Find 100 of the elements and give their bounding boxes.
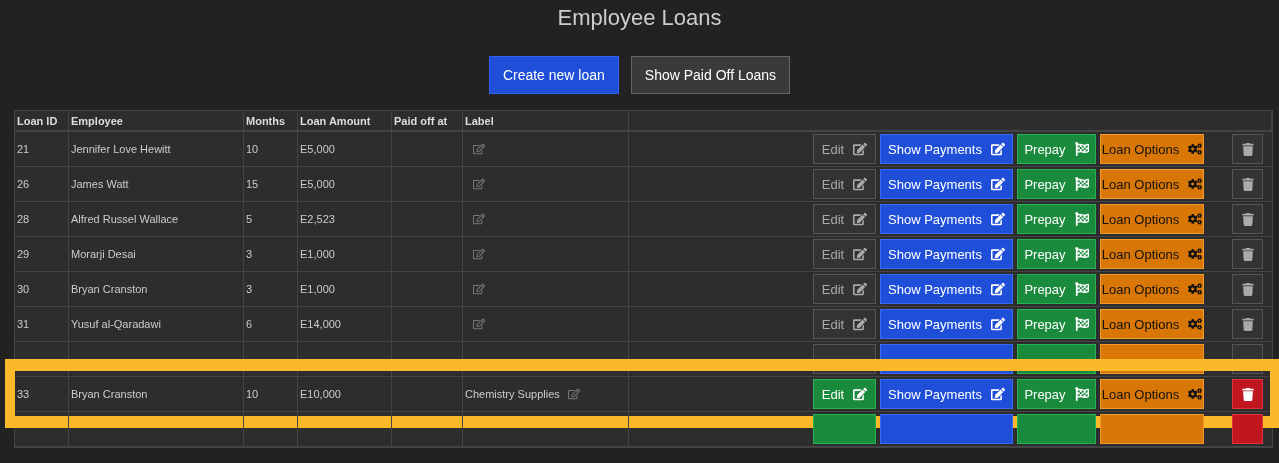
edit-label-icon[interactable] — [473, 178, 485, 190]
loan-options-button[interactable]: Loan Options — [1100, 169, 1204, 199]
checkered-flag-icon — [1074, 282, 1089, 296]
table-cell: 33 — [17, 388, 30, 400]
delete-button[interactable] — [1232, 309, 1263, 339]
table-cell: E14,000 — [300, 318, 341, 330]
edit-button[interactable]: Edit — [813, 274, 876, 304]
delete-button[interactable] — [1232, 274, 1263, 304]
table-cell: E5,000 — [300, 143, 335, 155]
edit-button[interactable]: Edit — [813, 379, 876, 409]
edit-icon — [853, 282, 868, 296]
prepay-button[interactable]: Prepay — [1017, 309, 1096, 339]
table-cell: 10 — [246, 143, 259, 155]
table-cell: Bryan Cranston — [71, 283, 148, 295]
edit-icon — [853, 142, 868, 156]
delete-button[interactable] — [1232, 169, 1263, 199]
table-cell: Alfred Russel Wallace — [71, 213, 179, 225]
edit-label-icon[interactable] — [473, 318, 485, 330]
show-payments-button[interactable]: Show Payments — [880, 169, 1013, 199]
page-title: Employee Loans — [557, 5, 722, 31]
table-cell: James Watt — [71, 178, 129, 190]
loan-options-button[interactable]: Loan Options — [1100, 204, 1204, 234]
show-payments-button[interactable]: Show Payments — [880, 134, 1013, 164]
table-cell: E5,000 — [300, 178, 335, 190]
edit-icon — [853, 247, 868, 261]
prepay-button[interactable]: Prepay — [1017, 134, 1096, 164]
checkered-flag-icon — [1074, 212, 1089, 226]
table-cell: E1,000 — [300, 248, 335, 260]
prepay-button[interactable]: Prepay — [1017, 204, 1096, 234]
edit-label-icon[interactable] — [473, 283, 485, 295]
edit-button[interactable]: Edit — [813, 204, 876, 234]
edit-icon — [990, 247, 1005, 261]
loan-options-button[interactable]: Loan Options — [1100, 274, 1204, 304]
table-cell: 30 — [17, 283, 30, 295]
column-header: Label — [463, 111, 629, 130]
checkered-flag-icon — [1074, 247, 1089, 261]
checkered-flag-icon — [1074, 387, 1089, 401]
show-payments-button[interactable]: Show Payments — [880, 379, 1013, 409]
edit-button[interactable]: Edit — [813, 309, 876, 339]
edit-button[interactable]: Edit — [813, 134, 876, 164]
column-header: Employee — [69, 111, 244, 130]
gears-icon — [1188, 177, 1203, 191]
prepay-button[interactable]: Prepay — [1017, 274, 1096, 304]
table-cell: E2,523 — [300, 213, 335, 225]
table-cell: Bryan Cranston — [71, 388, 148, 400]
checkered-flag-icon — [1074, 317, 1089, 331]
create-loan-button[interactable]: Create new loan — [488, 56, 619, 94]
table-cell: 3 — [246, 283, 253, 295]
edit-label-icon[interactable] — [473, 143, 485, 155]
table-cell: Jennifer Love Hewitt — [71, 143, 171, 155]
checkered-flag-icon — [1074, 142, 1089, 156]
edit-icon — [853, 317, 868, 331]
edit-label-icon[interactable] — [567, 388, 580, 400]
gears-icon — [1188, 212, 1203, 226]
prepay-button[interactable]: Prepay — [1017, 169, 1096, 199]
prepay-button[interactable]: Prepay — [1017, 239, 1096, 269]
gears-icon — [1188, 282, 1203, 296]
table-cell: 15 — [246, 178, 259, 190]
loan-options-button[interactable]: Loan Options — [1100, 239, 1204, 269]
edit-icon — [990, 212, 1005, 226]
table-cell: 3 — [246, 248, 253, 260]
table-cell: 26 — [17, 178, 30, 190]
edit-label-icon[interactable] — [473, 248, 485, 260]
loan-options-button[interactable]: Loan Options — [1100, 309, 1204, 339]
table-cell: E1,000 — [300, 283, 335, 295]
table-cell: 21 — [17, 143, 30, 155]
prepay-button[interactable]: Prepay — [1017, 379, 1096, 409]
column-header: Paid off at — [392, 111, 463, 130]
delete-button[interactable] — [1232, 134, 1263, 164]
table-cell: Yusuf al-Qaradawi — [71, 318, 161, 330]
edit-button[interactable]: Edit — [813, 239, 876, 269]
paid-off-loans-button[interactable]: Show Paid Off Loans — [630, 56, 791, 94]
checkered-flag-icon — [1074, 177, 1089, 191]
edit-icon — [853, 177, 868, 191]
edit-icon — [990, 177, 1005, 191]
trash-icon — [1241, 282, 1254, 296]
table-cell: 10 — [246, 388, 259, 400]
delete-button[interactable] — [1232, 379, 1263, 409]
loan-options-button[interactable]: Loan Options — [1100, 379, 1204, 409]
show-payments-button[interactable]: Show Payments — [880, 239, 1013, 269]
delete-button[interactable] — [1232, 239, 1263, 269]
loan-options-button[interactable]: Loan Options — [1100, 134, 1204, 164]
table-cell: 28 — [17, 213, 30, 225]
gears-icon — [1188, 387, 1203, 401]
edit-icon — [990, 317, 1005, 331]
table-cell: 29 — [17, 248, 30, 260]
trash-icon — [1241, 317, 1254, 331]
show-payments-button[interactable]: Show Payments — [880, 274, 1013, 304]
column-header: Loan Amount — [298, 111, 392, 130]
trash-icon — [1241, 387, 1254, 401]
trash-icon — [1241, 247, 1254, 261]
table-cell: 5 — [246, 213, 253, 225]
gears-icon — [1188, 247, 1203, 261]
edit-icon — [990, 282, 1005, 296]
trash-icon — [1241, 212, 1254, 226]
show-payments-button[interactable]: Show Payments — [880, 309, 1013, 339]
edit-label-icon[interactable] — [473, 213, 485, 225]
show-payments-button[interactable]: Show Payments — [880, 204, 1013, 234]
edit-button[interactable]: Edit — [813, 169, 876, 199]
delete-button[interactable] — [1232, 204, 1263, 234]
